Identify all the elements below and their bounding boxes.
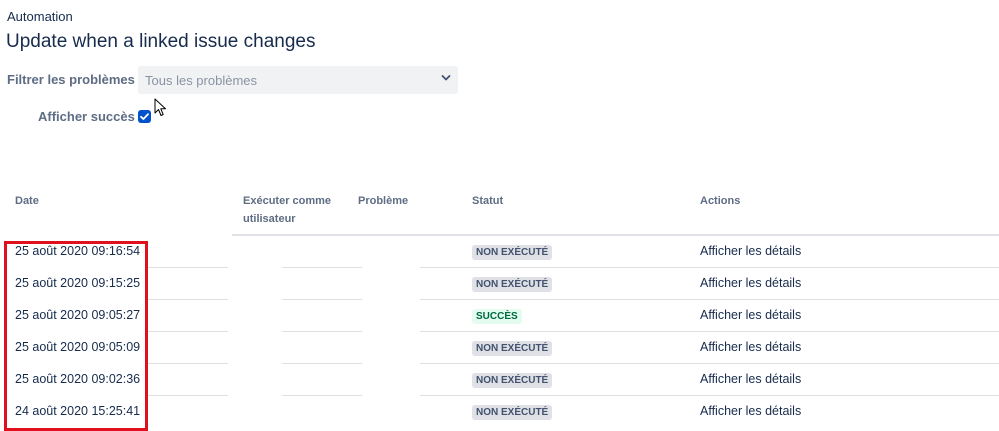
row-divider [148, 363, 228, 364]
show-success-checkbox[interactable] [138, 110, 151, 123]
mouse-cursor-icon [154, 98, 166, 116]
show-success-label: Afficher succès [38, 109, 135, 124]
row-divider [148, 395, 228, 396]
status-badge: NON EXÉCUTÉ [472, 277, 553, 292]
status-badge: NON EXÉCUTÉ [472, 245, 553, 260]
header-divider [232, 234, 999, 236]
view-details-link[interactable]: Afficher les détails [700, 404, 801, 418]
status-badge: SUCCÈS [472, 309, 522, 324]
date-column-highlight [4, 241, 148, 431]
status-badge: NON EXÉCUTÉ [472, 405, 553, 420]
column-header-run-as[interactable]: Exécuter comme utilisateur [243, 192, 338, 228]
column-header-date[interactable]: Date [15, 192, 39, 210]
row-divider [148, 267, 228, 268]
chevron-down-icon [441, 75, 451, 81]
row-divider [282, 363, 362, 364]
column-header-actions[interactable]: Actions [700, 192, 740, 210]
row-divider [420, 299, 999, 300]
breadcrumb[interactable]: Automation [7, 9, 73, 24]
row-divider [148, 331, 228, 332]
filter-label: Filtrer les problèmes [7, 72, 135, 87]
status-badge: NON EXÉCUTÉ [472, 373, 553, 388]
row-divider [420, 363, 999, 364]
view-details-link[interactable]: Afficher les détails [700, 308, 801, 322]
checkmark-icon [140, 113, 149, 120]
column-header-status[interactable]: Statut [472, 192, 503, 210]
view-details-link[interactable]: Afficher les détails [700, 372, 801, 386]
row-divider [148, 299, 228, 300]
status-badge: NON EXÉCUTÉ [472, 341, 553, 356]
column-header-issue[interactable]: Problème [358, 192, 408, 210]
view-details-link[interactable]: Afficher les détails [700, 276, 801, 290]
page-title: Update when a linked issue changes [6, 31, 316, 52]
filter-select-value: Tous les problèmes [145, 73, 257, 88]
row-divider [420, 331, 999, 332]
row-divider [282, 331, 362, 332]
row-divider [282, 299, 362, 300]
row-divider [282, 267, 362, 268]
view-details-link[interactable]: Afficher les détails [700, 340, 801, 354]
view-details-link[interactable]: Afficher les détails [700, 244, 801, 258]
row-divider [282, 395, 362, 396]
row-divider [420, 395, 999, 396]
row-divider [420, 267, 999, 268]
filter-select[interactable]: Tous les problèmes [138, 66, 458, 94]
